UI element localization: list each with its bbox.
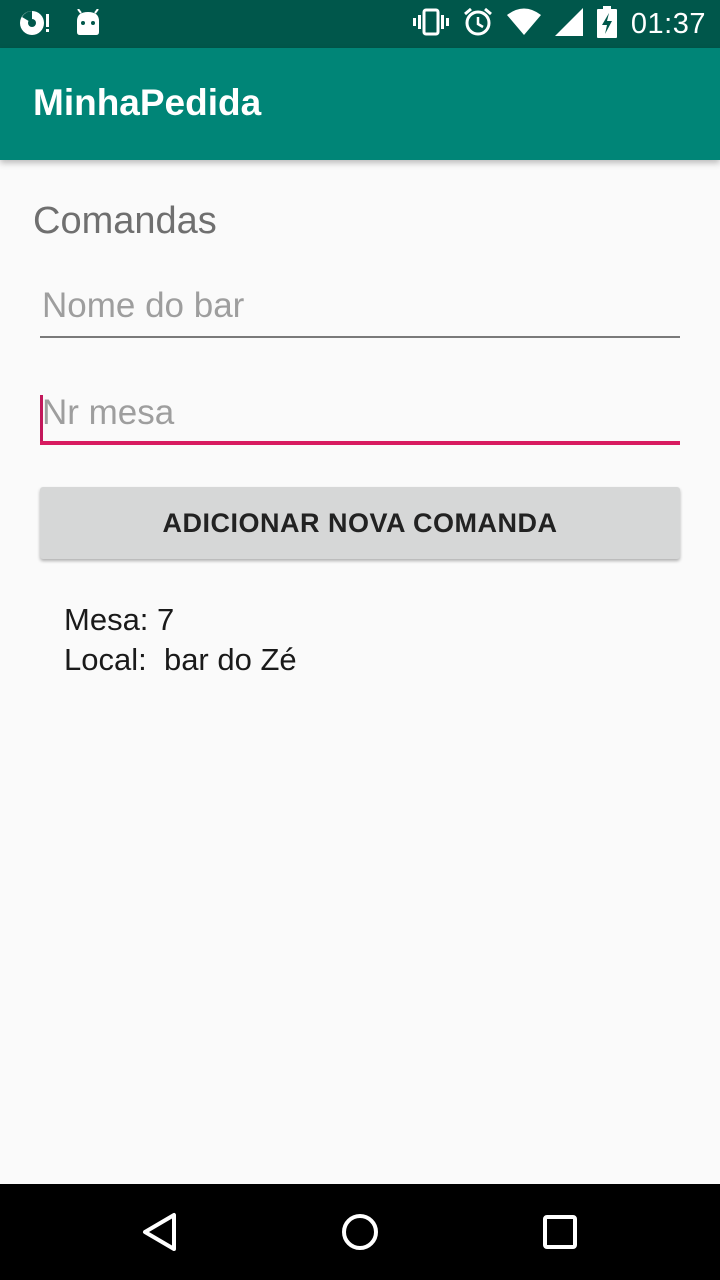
navigation-bar	[0, 1184, 720, 1280]
list-item[interactable]: Mesa: 7 Local: bar do Zé	[64, 600, 297, 680]
table-number-field[interactable]	[40, 385, 680, 445]
status-clock: 01:37	[630, 8, 706, 40]
text-cursor	[40, 395, 43, 443]
entry-location-label: Local: bar do Zé	[64, 642, 297, 677]
main-content: Comandas ADICIONAR NOVA COMANDA Mesa: 7 …	[0, 160, 720, 1184]
home-icon[interactable]	[340, 1212, 380, 1252]
table-number-input[interactable]	[40, 385, 680, 441]
entry-table-label: Mesa: 7	[64, 602, 175, 637]
media-icon	[18, 8, 52, 43]
status-bar: 01:37	[0, 0, 720, 48]
recent-apps-icon[interactable]	[540, 1212, 580, 1252]
bar-name-input[interactable]	[40, 278, 680, 334]
back-icon[interactable]	[140, 1212, 180, 1252]
table-number-underline	[40, 441, 680, 445]
wifi-icon	[506, 8, 541, 41]
bar-name-field[interactable]	[40, 278, 680, 338]
app-bar: MinhaPedida	[0, 48, 720, 160]
android-icon	[74, 8, 102, 42]
section-title: Comandas	[33, 200, 217, 242]
vibrate-icon	[412, 7, 449, 42]
alarm-icon	[463, 7, 493, 42]
signal-icon	[554, 8, 583, 41]
bar-name-underline	[40, 336, 680, 338]
app-title: MinhaPedida	[33, 82, 262, 123]
add-order-button[interactable]: ADICIONAR NOVA COMANDA	[40, 487, 680, 559]
battery-charging-icon	[596, 6, 617, 43]
